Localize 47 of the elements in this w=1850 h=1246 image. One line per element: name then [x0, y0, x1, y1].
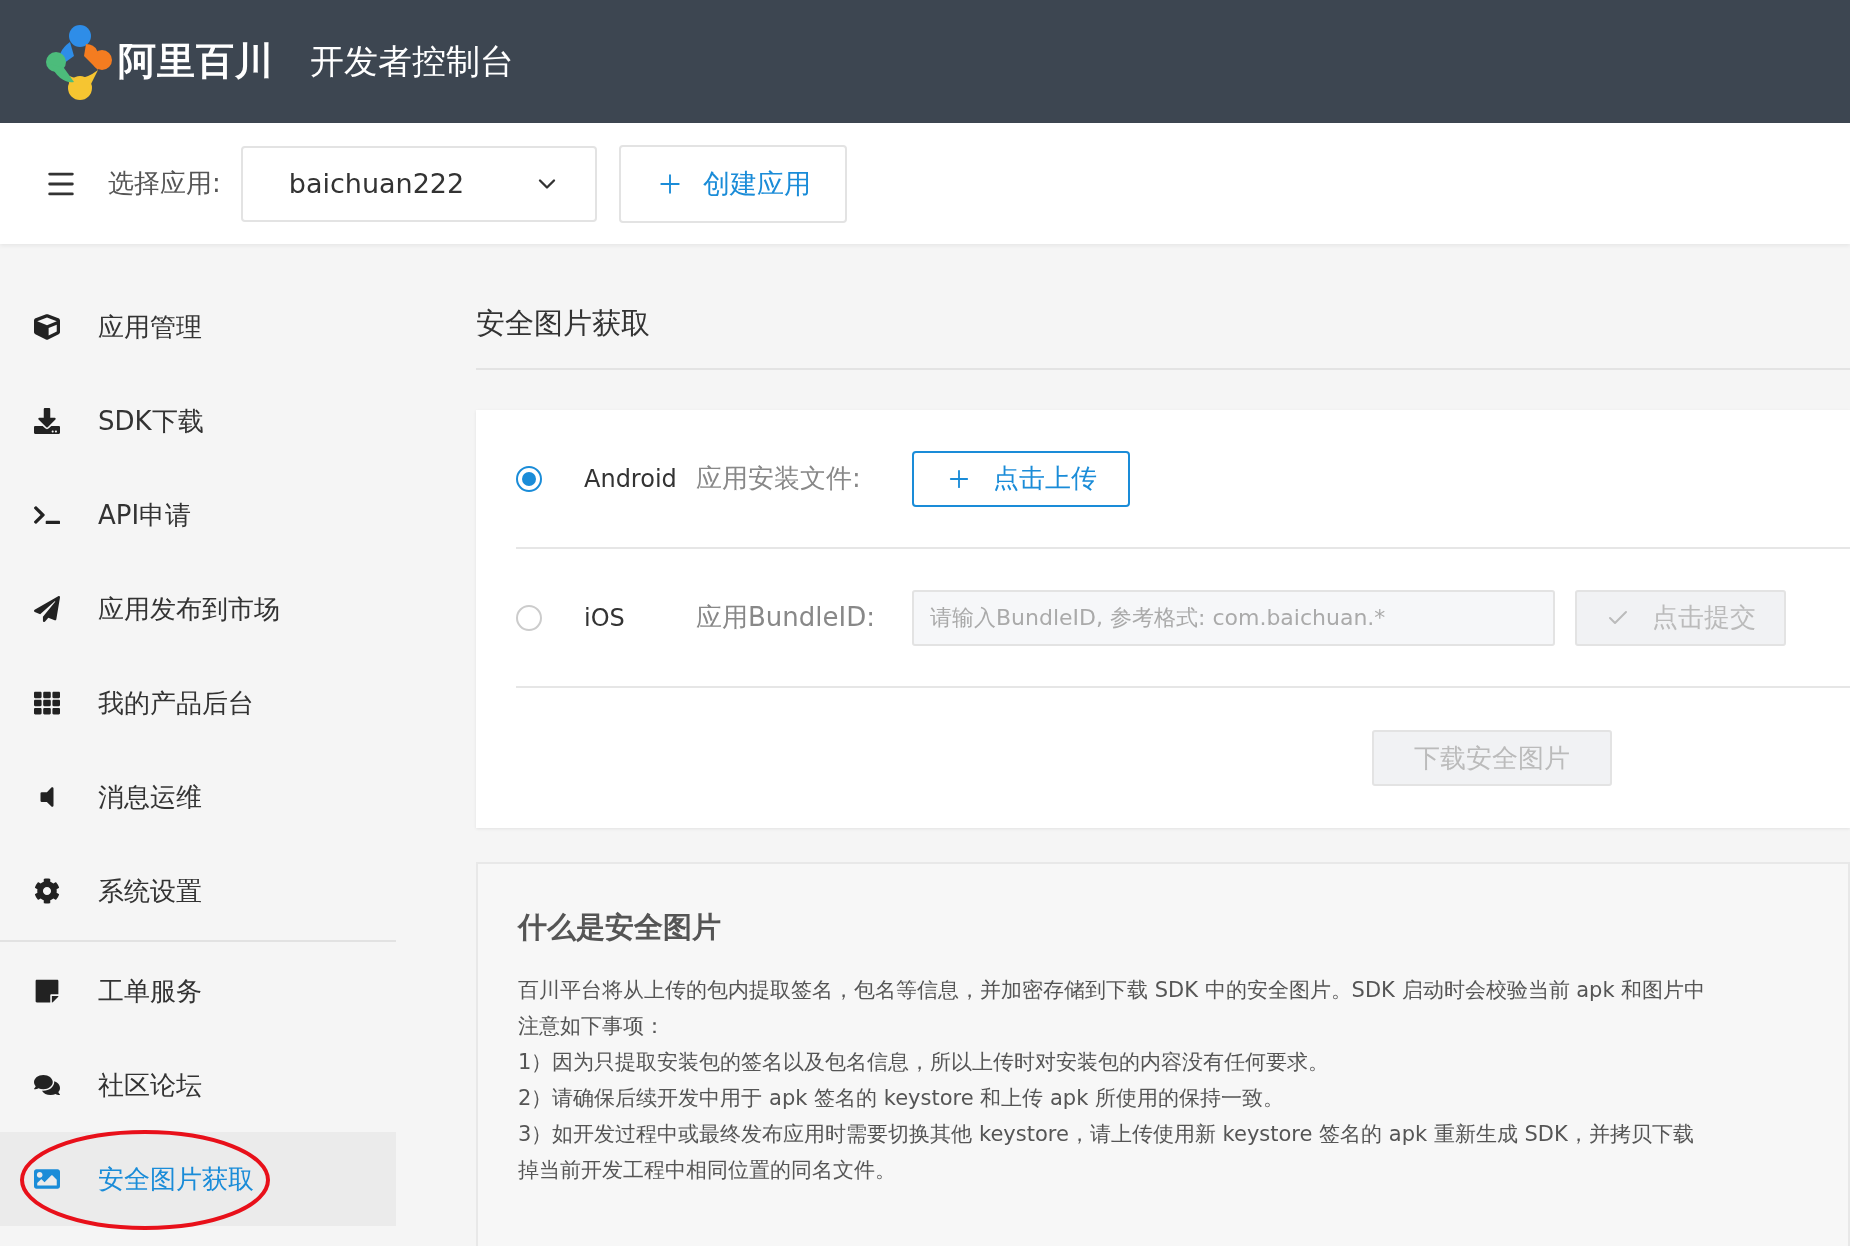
grid-icon — [32, 690, 62, 716]
info-text: 2）请确保后续开发中用于 apk 签名的 keystore 和上传 apk 所使用的保持一致。 — [518, 1085, 1285, 1112]
sidebar-item[interactable]: API申请 — [0, 468, 396, 562]
sidebar-item[interactable]: 社区论坛 — [0, 1038, 396, 1132]
sidebar-item[interactable]: 工单服务 — [0, 944, 396, 1038]
select-label: 选择应用: — [108, 167, 221, 200]
create-app-button[interactable]: 创建应用 — [618, 144, 847, 223]
sidebar-item-label: 社区论坛 — [98, 1068, 202, 1102]
sidebar-item[interactable]: 应用管理 — [0, 280, 396, 374]
sidebar-item-label: 我的产品后台 — [98, 686, 254, 720]
settings-icon — [32, 878, 62, 904]
info-text: 1）因为只提取安装包的签名以及包名信息，所以上传时对安装包的内容没有任何要求。 — [518, 1049, 1331, 1076]
image-icon — [32, 1166, 62, 1192]
sidebar-item-label: 应用管理 — [98, 310, 202, 344]
info-text: 3）如开发过程中或最终发布应用时需要切换其他 keystore，请上传使用新 keystore 签名的 apk 重新生成 SDK，并拷贝下载 — [518, 1121, 1695, 1148]
sidebar-item[interactable]: 消息运维 — [0, 750, 396, 844]
sidebar-item[interactable]: 应用发布到市场 — [0, 562, 396, 656]
chat-bubbles-icon — [32, 1072, 62, 1098]
radio-button[interactable] — [516, 604, 542, 631]
sidebar-item-label: SDK下载 — [98, 404, 204, 438]
sidebar-item[interactable]: 系统设置 — [0, 844, 396, 938]
sidebar-item[interactable]: 我的产品后台 — [0, 656, 396, 750]
sidebar-item-label: 系统设置 — [98, 874, 202, 908]
sidebar-item-label: 安全图片获取 — [98, 1162, 254, 1196]
cube-icon — [32, 314, 62, 340]
info-text: 百川平台将从上传的包内提取签名，包名等信息，并加密存储到下载 SDK 中的安全图片。SDK 启动时会校验当前 apk 和图片中 — [518, 977, 1707, 1004]
platform-label: Android — [584, 464, 678, 493]
upload-button[interactable]: 点击上传 — [912, 450, 1130, 507]
bundle-id-field[interactable]: 请输入BundleID, 参考格式: com.baichuan.* — [912, 589, 1555, 646]
info-text: 掉当前开发工程中相同位置的同名文件。 — [518, 1157, 897, 1184]
download-icon — [32, 408, 62, 434]
console-title: 开发者控制台 — [310, 39, 514, 83]
page-title: 安全图片获取 — [476, 296, 1850, 370]
info-text: 注意如下事项： — [518, 1013, 666, 1040]
field-label: 应用安装文件: — [696, 462, 862, 495]
sidebar-item-label: API申请 — [98, 498, 192, 532]
field-label: 应用BundleID: — [696, 601, 876, 634]
sidebar-item-label: 消息运维 — [98, 780, 202, 814]
paper-plane-icon — [32, 596, 62, 622]
brand-name: 阿里百川 — [118, 38, 274, 85]
sidebar-item[interactable]: SDK下载 — [0, 374, 396, 468]
info-title: 什么是安全图片 — [518, 909, 722, 946]
sidebar-item-label: 应用发布到市场 — [98, 592, 280, 626]
app-select[interactable]: baichuan222 — [240, 145, 597, 222]
platform-label: iOS — [584, 603, 626, 632]
radio-button[interactable] — [516, 465, 542, 492]
sidebar-item-label: 工单服务 — [98, 974, 202, 1008]
